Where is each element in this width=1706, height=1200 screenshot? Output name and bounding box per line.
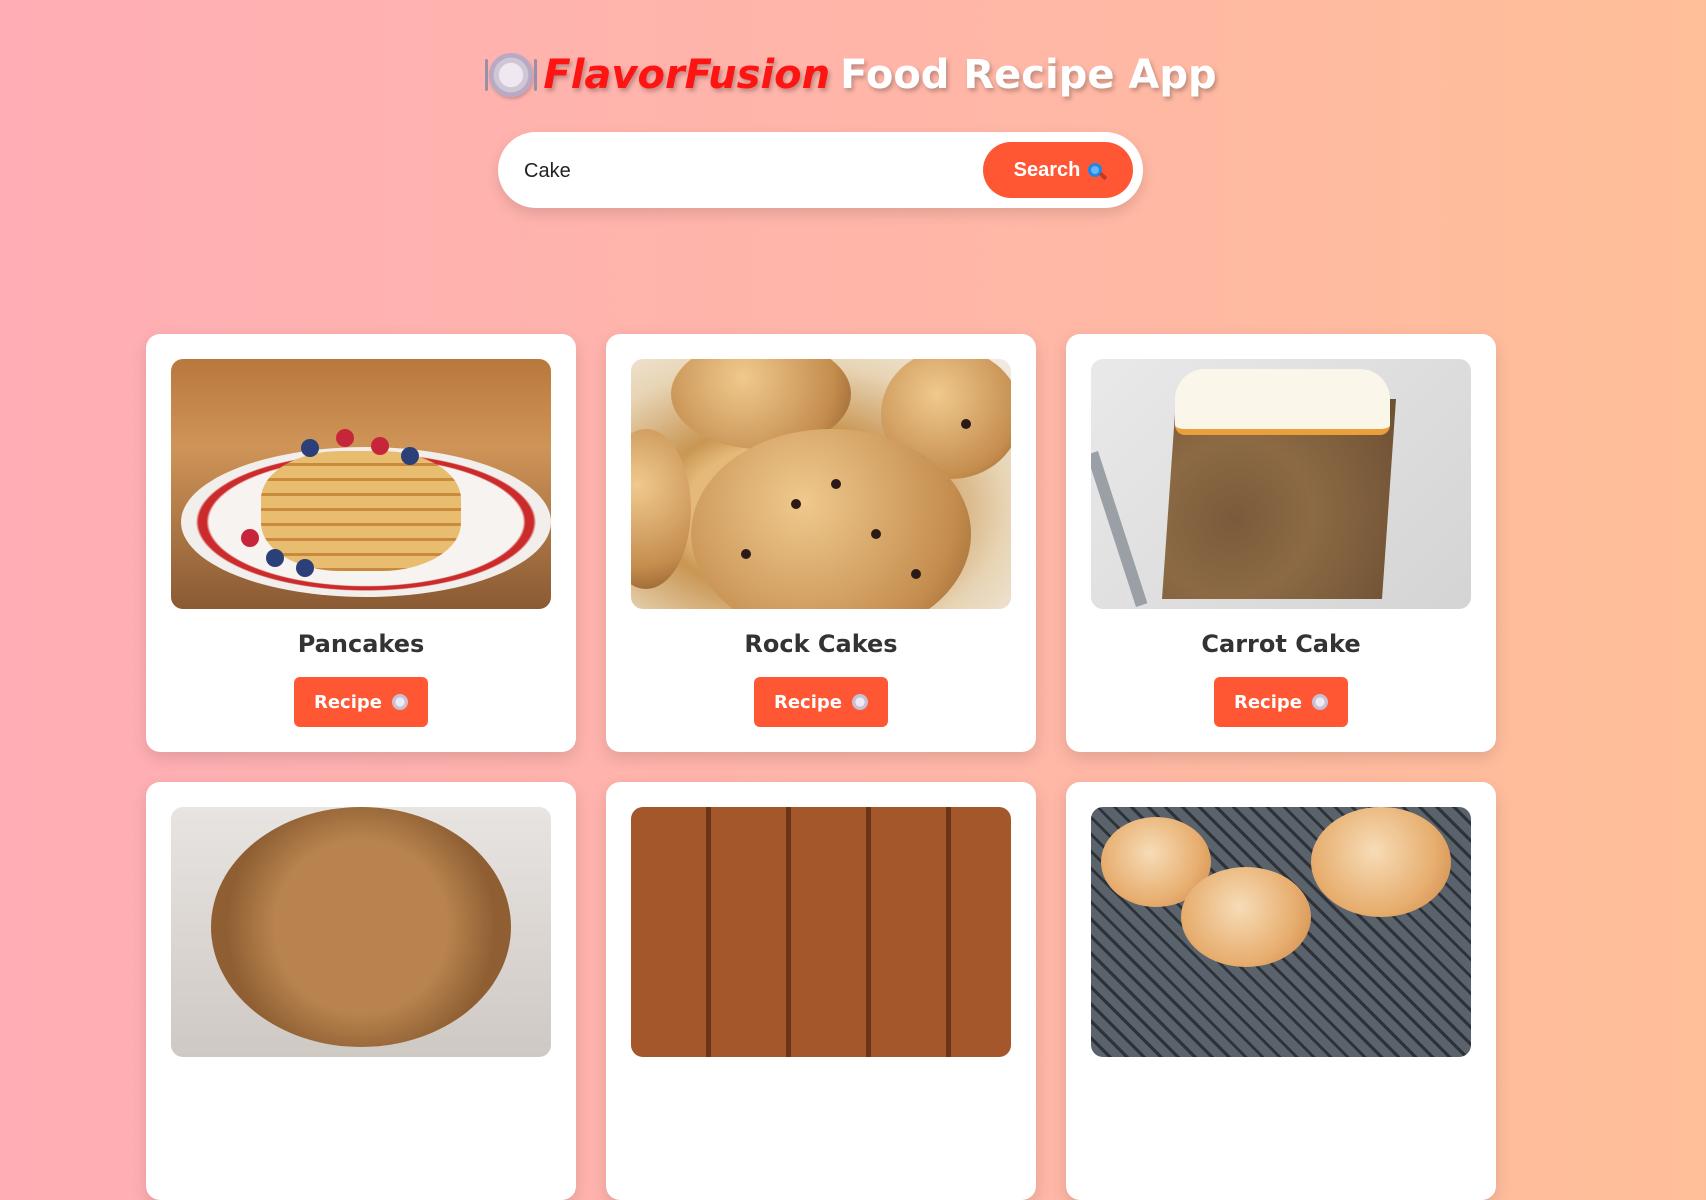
search-input[interactable]	[522, 152, 946, 190]
recipe-card	[1066, 782, 1496, 1200]
magnifier-icon	[1088, 163, 1103, 177]
recipe-card: Pancakes Recipe	[146, 334, 576, 752]
page-title: FlavorFusion Food Recipe App	[485, 52, 1217, 98]
recipe-button[interactable]: Recipe	[294, 677, 428, 727]
brand-name: FlavorFusion	[543, 52, 831, 98]
recipe-grid: Pancakes Recipe Rock Cakes Recipe Carrot…	[146, 334, 1496, 1200]
search-button-label: Search	[1013, 158, 1081, 181]
recipe-button[interactable]: Recipe	[754, 677, 888, 727]
recipe-card	[146, 782, 576, 1200]
recipe-image-rock-cakes	[631, 359, 1011, 609]
recipe-button-label: Recipe	[773, 691, 842, 713]
recipe-button-label: Recipe	[313, 691, 382, 713]
title-suffix: Food Recipe App	[840, 52, 1217, 98]
recipe-title: Carrot Cake	[1201, 630, 1361, 658]
search-button[interactable]: Search	[983, 142, 1133, 198]
recipe-image	[1091, 807, 1471, 1057]
plate-with-cutlery-icon	[485, 53, 538, 97]
recipe-button-label: Recipe	[1233, 691, 1302, 713]
plate-icon	[392, 694, 408, 710]
recipe-image	[171, 807, 551, 1057]
search-bar: Search	[498, 132, 1143, 208]
recipe-image-pancakes	[171, 359, 551, 609]
plate-icon	[1312, 694, 1328, 710]
recipe-title: Rock Cakes	[744, 630, 898, 658]
recipe-card	[606, 782, 1036, 1200]
recipe-image-carrot-cake	[1091, 359, 1471, 609]
recipe-button[interactable]: Recipe	[1214, 677, 1348, 727]
recipe-card: Rock Cakes Recipe	[606, 334, 1036, 752]
plate-icon	[852, 694, 868, 710]
recipe-title: Pancakes	[297, 630, 425, 658]
page-header: FlavorFusion Food Recipe App	[0, 52, 1706, 108]
recipe-image	[631, 807, 1011, 1057]
recipe-card: Carrot Cake Recipe	[1066, 334, 1496, 752]
